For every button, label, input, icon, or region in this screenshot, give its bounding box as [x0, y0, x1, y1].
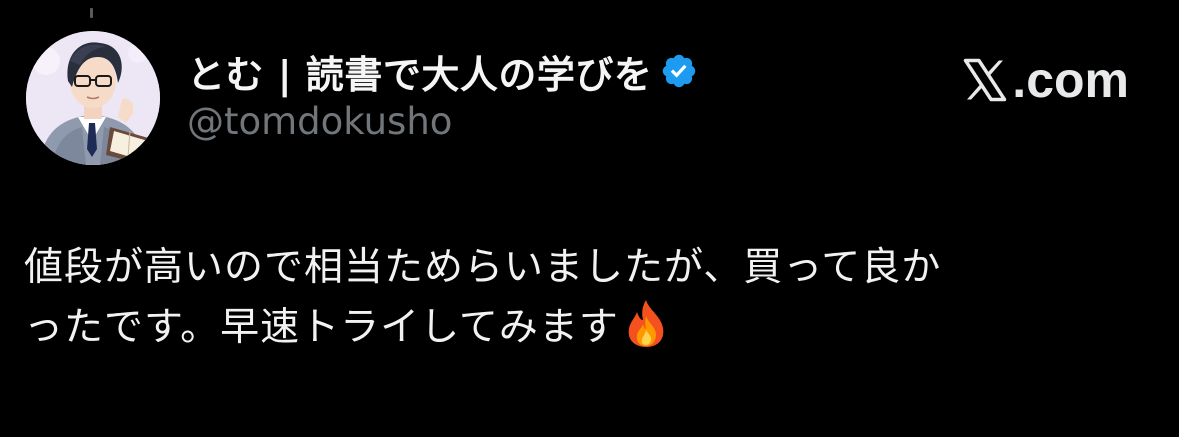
author-handle[interactable]: @tomdokusho: [187, 100, 452, 143]
avatar-illustration: [26, 31, 160, 165]
fire-icon: [623, 298, 669, 348]
tweet-card: とむ | 読書で大人の学びを @tomdokusho .com 値段が高いので相…: [0, 0, 1179, 437]
author-name-row[interactable]: とむ | 読書で大人の学びを: [187, 44, 698, 98]
tweet-text-line-1: 値段が高いので相当ためらいましたが、買って良か: [24, 238, 1144, 298]
brand-watermark: .com: [959, 48, 1129, 112]
x-logo-icon: [959, 54, 1011, 106]
avatar[interactable]: [26, 31, 160, 165]
tweet-text-line-2-content: ったです。早速トライしてみます: [24, 305, 619, 350]
verified-badge-icon: [660, 52, 698, 90]
brand-domain-text: .com: [1012, 52, 1129, 108]
author-display-name[interactable]: とむ | 読書で大人の学びを: [187, 44, 652, 99]
status-mark: [90, 8, 93, 18]
tweet-text-line-2: ったです。早速トライしてみます: [24, 298, 1144, 358]
tweet-text-line-1-content: 値段が高いので相当ためらいましたが、買って良か: [24, 245, 942, 290]
tweet-text: 値段が高いので相当ためらいましたが、買って良か ったです。早速トライしてみます: [24, 238, 1144, 358]
